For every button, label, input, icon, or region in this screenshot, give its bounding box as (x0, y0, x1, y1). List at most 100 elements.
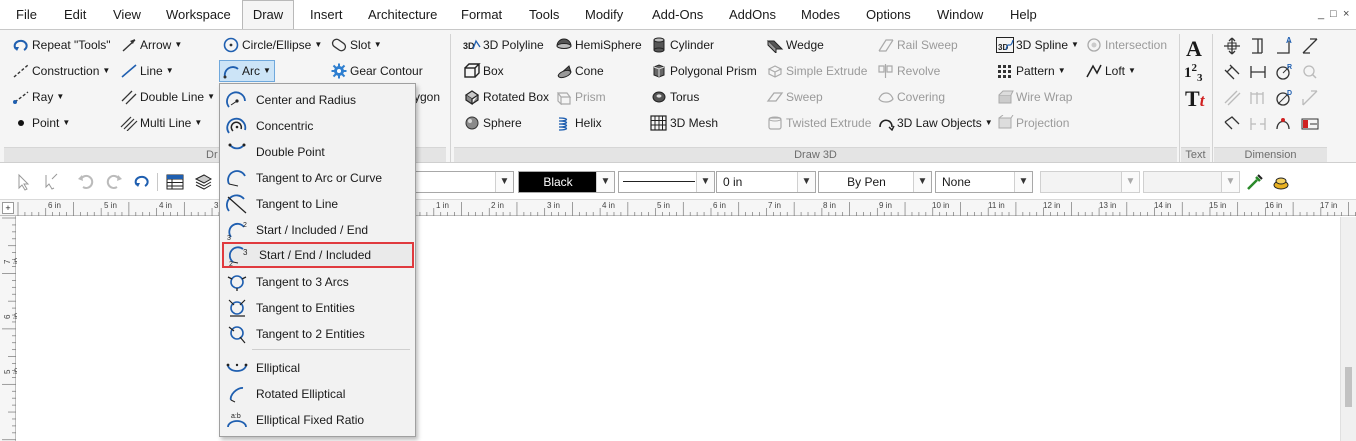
polygon-button-partial[interactable]: ygon (414, 86, 440, 108)
dimension-search-icon[interactable] (1300, 62, 1320, 82)
menu-item-start-included-end[interactable]: 32 Start / Included / End (221, 217, 414, 243)
torus-button[interactable]: Torus (650, 86, 699, 108)
ruler-origin-icon[interactable]: + (2, 202, 14, 214)
menu-addons[interactable]: AddOns (729, 0, 776, 29)
dimension-move-icon[interactable] (1222, 36, 1242, 56)
menu-item-elliptical-fixed-ratio[interactable]: a:b Elliptical Fixed Ratio (221, 407, 414, 433)
arc-button[interactable]: Arc ▼ (219, 60, 275, 82)
dimension-angle-icon[interactable] (1222, 114, 1242, 134)
menu-item-concentric[interactable]: Concentric (221, 113, 414, 139)
revolve-button[interactable]: Revolve (877, 60, 940, 82)
dimension-aligned-icon[interactable] (1222, 62, 1242, 82)
paint-cup-icon[interactable] (1272, 173, 1290, 191)
point-button[interactable]: Point ▼ (12, 112, 70, 134)
restore-button[interactable]: □ (1330, 8, 1337, 20)
rail-sweep-button[interactable]: Rail Sweep (877, 34, 958, 56)
line-style-select[interactable]: ▼ (618, 171, 715, 193)
construction-button[interactable]: Construction ▼ (12, 60, 110, 82)
slot-button[interactable]: Slot ▼ (330, 34, 382, 56)
dimension-diameter-icon[interactable]: D (1274, 88, 1294, 108)
gear-contour-button[interactable]: Gear Contour (330, 60, 423, 82)
prism-button[interactable]: Prism (555, 86, 606, 108)
3d-spline-button[interactable]: 3D 3D Spline ▼ (996, 34, 1079, 56)
number-text-button[interactable]: 123 (1184, 62, 1203, 84)
pen-select[interactable]: By Pen ▼ (818, 171, 932, 193)
dimension-ordinate-icon[interactable] (1248, 114, 1268, 134)
menu-item-tangent-to-3-arcs[interactable]: Tangent to 3 Arcs (221, 269, 414, 295)
fill-select[interactable]: None ▼ (935, 171, 1033, 193)
box-button[interactable]: Box (463, 60, 504, 82)
dimension-baseline-icon[interactable] (1248, 88, 1268, 108)
menu-options[interactable]: Options (866, 0, 911, 29)
close-button[interactable]: × (1343, 8, 1349, 20)
covering-button[interactable]: Covering (877, 86, 945, 108)
menu-add-ons[interactable]: Add-Ons (652, 0, 703, 29)
undo-icon[interactable] (77, 173, 95, 191)
3d-polyline-button[interactable]: 3D 3D Polyline (463, 34, 544, 56)
menu-item-elliptical[interactable]: Elliptical (221, 355, 414, 381)
vertical-scrollbar[interactable] (1340, 217, 1356, 441)
menu-modes[interactable]: Modes (801, 0, 840, 29)
dimension-chain-icon[interactable] (1300, 88, 1320, 108)
text-style-button[interactable]: Tt (1185, 86, 1204, 112)
menu-item-start-end-included[interactable]: 32 Start / End / Included (222, 242, 414, 268)
menu-item-tangent-to-entities[interactable]: Tangent to Entities (221, 295, 414, 321)
menu-edit[interactable]: Edit (64, 0, 86, 29)
projection-button[interactable]: Projection (996, 112, 1069, 134)
menu-item-tangent-to-2-entities[interactable]: Tangent to 2 Entities (221, 321, 414, 347)
menu-modify[interactable]: Modify (585, 0, 623, 29)
drawing-canvas[interactable] (17, 217, 1339, 441)
menu-help[interactable]: Help (1010, 0, 1037, 29)
ray-button[interactable]: Ray ▼ (12, 86, 64, 108)
polygonal-prism-button[interactable]: Polygonal Prism (650, 60, 757, 82)
sweep-button[interactable]: Sweep (766, 86, 823, 108)
line-width-select[interactable]: 0 in ▼ (716, 171, 816, 193)
layer-select[interactable]: ▼ (408, 171, 514, 193)
menu-item-tangent-to-arc-or-curve[interactable]: Tangent to Arc or Curve (221, 165, 414, 191)
select-pointer-icon[interactable] (14, 173, 32, 191)
menu-item-tangent-to-line[interactable]: Tangent to Line (221, 191, 414, 217)
menu-tools[interactable]: Tools (529, 0, 559, 29)
scrollbar-thumb[interactable] (1345, 367, 1352, 407)
wire-wrap-button[interactable]: Wire Wrap (996, 86, 1072, 108)
sphere-button[interactable]: Sphere (463, 112, 522, 134)
color-select[interactable]: Black ▼ (518, 171, 615, 193)
menu-workspace[interactable]: Workspace (166, 0, 231, 29)
dimension-radius-icon[interactable]: R (1274, 62, 1294, 82)
dimension-angular-icon[interactable]: A (1274, 36, 1294, 56)
line-button[interactable]: Line ▼ (120, 60, 174, 82)
pattern-select[interactable]: ▼ (1040, 171, 1140, 193)
circle-ellipse-button[interactable]: Circle/Ellipse ▼ (222, 34, 322, 56)
loft-button[interactable]: Loft ▼ (1085, 60, 1136, 82)
dimension-parallel-icon[interactable] (1222, 88, 1242, 108)
menu-item-double-point[interactable]: Double Point (221, 139, 414, 165)
hemisphere-button[interactable]: HemiSphere (555, 34, 642, 56)
intersection-button[interactable]: Intersection (1085, 34, 1167, 56)
menu-insert[interactable]: Insert (310, 0, 343, 29)
layers-icon[interactable] (194, 173, 212, 191)
hatch-select[interactable]: ▼ (1143, 171, 1240, 193)
dimension-arc-length-icon[interactable] (1274, 114, 1294, 134)
select-edit-icon[interactable] (42, 173, 60, 191)
menu-format[interactable]: Format (461, 0, 502, 29)
3d-mesh-button[interactable]: 3D Mesh (650, 112, 718, 134)
repeat-tools-button[interactable]: Repeat "Tools" (12, 34, 111, 56)
cylinder-button[interactable]: Cylinder (650, 34, 714, 56)
3d-law-objects-button[interactable]: 3D Law Objects ▼ (877, 112, 993, 134)
redo-icon[interactable] (105, 173, 123, 191)
repeat-last-icon[interactable] (133, 173, 151, 191)
dimension-vertical-icon[interactable] (1248, 36, 1268, 56)
wedge-button[interactable]: Wedge (766, 34, 824, 56)
eyedropper-icon[interactable] (1245, 173, 1263, 191)
minimize-button[interactable]: _ (1318, 8, 1324, 20)
menu-architecture[interactable]: Architecture (368, 0, 437, 29)
text-tool-button[interactable]: A (1186, 36, 1202, 62)
menu-window[interactable]: Window (937, 0, 983, 29)
menu-view[interactable]: View (113, 0, 141, 29)
helix-button[interactable]: Helix (555, 112, 602, 134)
dimension-tolerance-icon[interactable] (1300, 114, 1320, 134)
rotated-box-button[interactable]: Rotated Box (463, 86, 549, 108)
twisted-extrude-button[interactable]: Twisted Extrude (766, 112, 871, 134)
dimension-leader-icon[interactable] (1300, 36, 1320, 56)
properties-table-icon[interactable] (166, 173, 184, 191)
